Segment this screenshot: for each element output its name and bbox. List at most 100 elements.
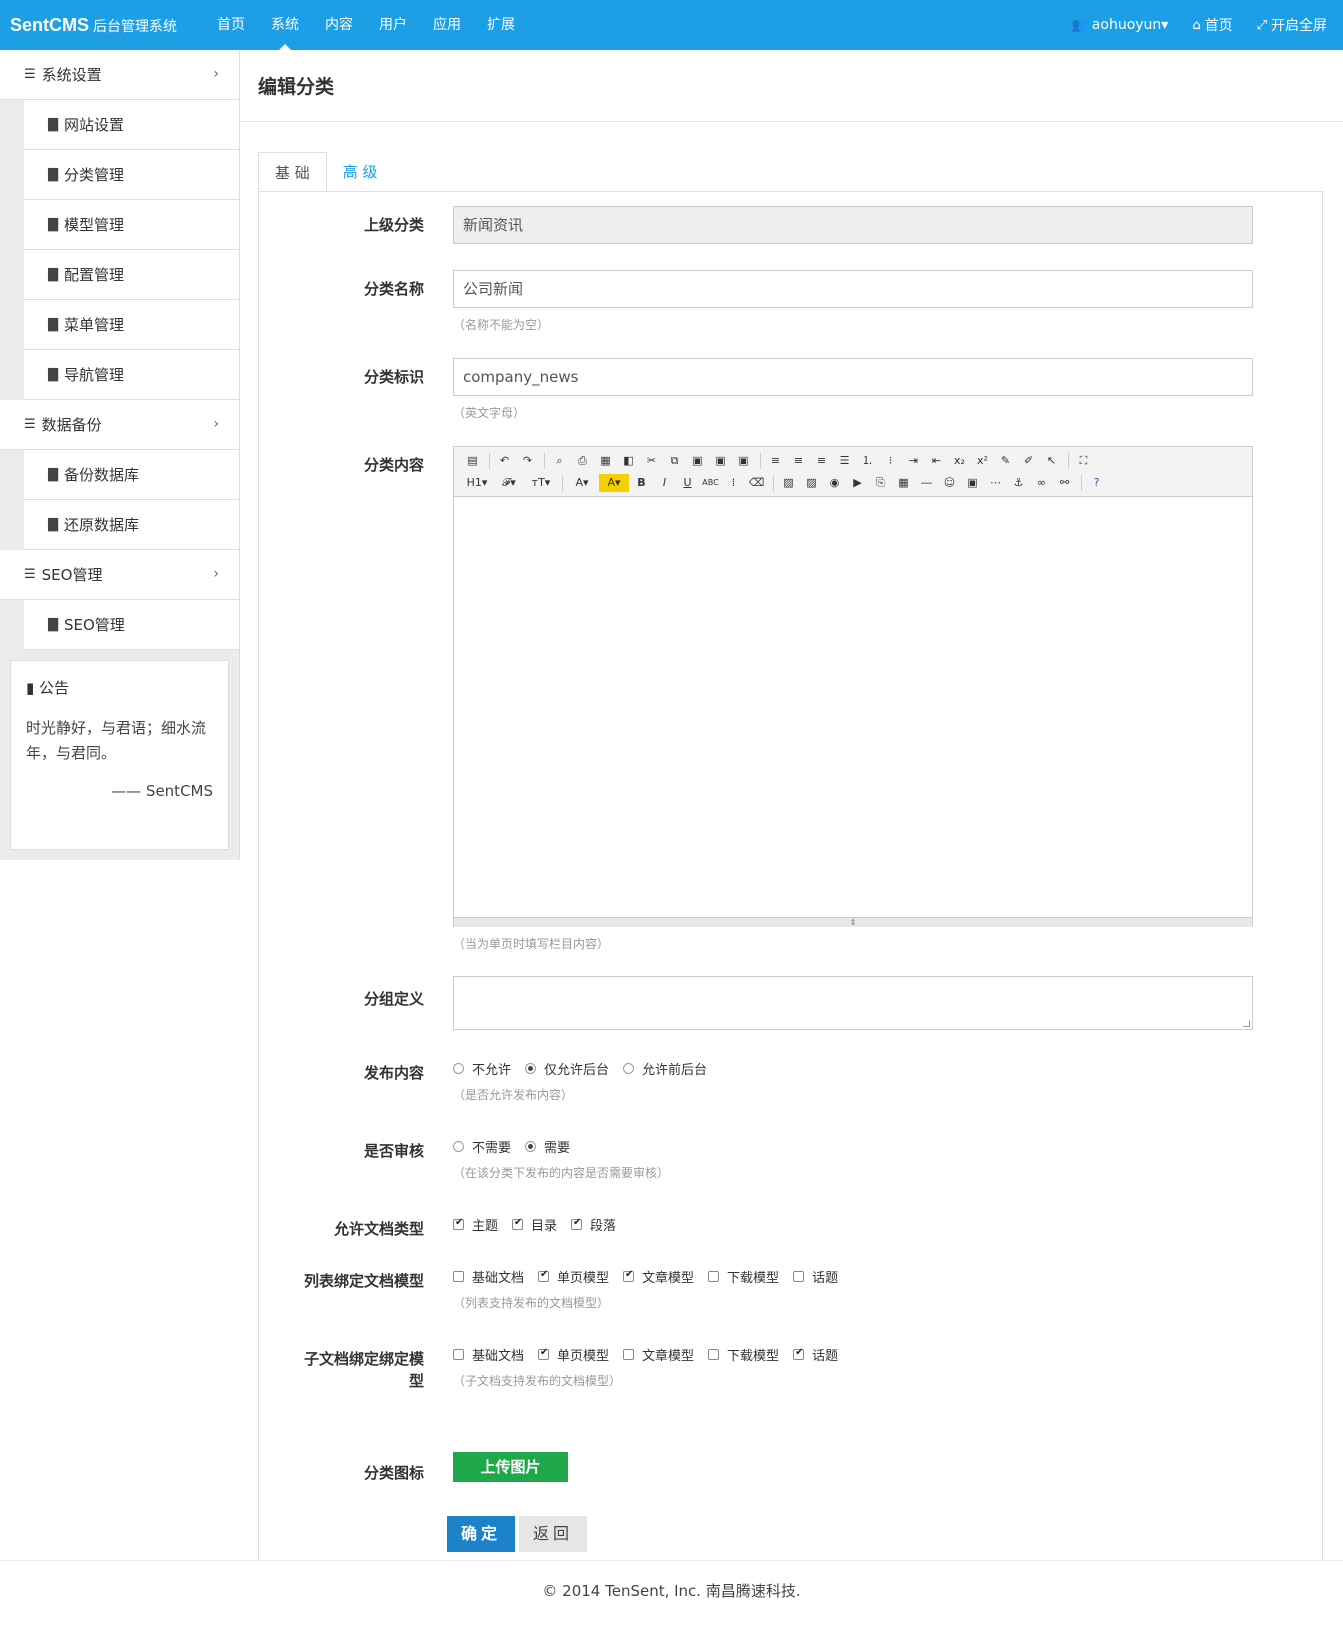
- checkbox[interactable]: [453, 1270, 464, 1282]
- sidebar-group-backup[interactable]: ☰ 数据备份 ›: [0, 400, 239, 450]
- brand-logo[interactable]: SentCMS 后台管理系统: [10, 15, 177, 36]
- outdent-icon[interactable]: ⇤: [926, 452, 947, 470]
- publish-option-none[interactable]: 不允许: [453, 1059, 511, 1078]
- select-all-icon[interactable]: ↖: [1041, 452, 1062, 470]
- multi-image-icon[interactable]: ▨: [801, 474, 822, 492]
- user-menu[interactable]: 👥 aohuoyun ▾: [1072, 17, 1169, 33]
- quick-format-icon[interactable]: ✐: [1018, 452, 1039, 470]
- sidebar-item-restore-db[interactable]: ▇ 还原数据库: [24, 500, 239, 550]
- checkbox-checked[interactable]: [571, 1217, 583, 1230]
- redo-icon[interactable]: ↷: [517, 452, 538, 470]
- list-model-basic[interactable]: 基础文档: [453, 1267, 524, 1286]
- publish-option-backend[interactable]: 仅允许后台: [525, 1059, 609, 1078]
- paste-icon[interactable]: ▣: [687, 452, 708, 470]
- font-family-icon[interactable]: 𝓕▾: [494, 474, 524, 492]
- eraser-icon[interactable]: ⌫: [746, 474, 767, 492]
- table-icon[interactable]: ▦: [893, 474, 914, 492]
- undo-icon[interactable]: ↶: [494, 452, 515, 470]
- tab-basic[interactable]: 基 础: [258, 152, 327, 192]
- highlight-icon[interactable]: A▾: [599, 474, 629, 492]
- align-right-icon[interactable]: ≡: [811, 452, 832, 470]
- align-left-icon[interactable]: ≡: [765, 452, 786, 470]
- checkbox-checked[interactable]: [512, 1217, 524, 1230]
- sidebar-item-backup-db[interactable]: ▇ 备份数据库: [24, 450, 239, 500]
- group-textarea[interactable]: [453, 976, 1253, 1030]
- publish-option-both[interactable]: 允许前后台: [623, 1059, 707, 1078]
- media-icon[interactable]: ▶: [847, 474, 868, 492]
- align-center-icon[interactable]: ≡: [788, 452, 809, 470]
- nav-home[interactable]: 首页: [204, 0, 258, 50]
- doctype-paragraph[interactable]: 段落: [571, 1215, 616, 1234]
- sidebar-item-category[interactable]: ▇ 分类管理: [24, 150, 239, 200]
- radio[interactable]: [453, 1062, 464, 1074]
- checkbox-checked[interactable]: [453, 1217, 464, 1230]
- image-icon[interactable]: ▨: [778, 474, 799, 492]
- radio-selected[interactable]: [525, 1140, 537, 1152]
- sidebar-group-seo[interactable]: ☰ SEO管理 ›: [0, 550, 239, 600]
- italic-icon[interactable]: I: [654, 474, 675, 492]
- code-icon[interactable]: ◧: [618, 452, 639, 470]
- emoticon-icon[interactable]: ☺: [939, 474, 960, 492]
- review-option-yes[interactable]: 需要: [525, 1137, 570, 1156]
- name-input[interactable]: 公司新闻: [453, 270, 1253, 308]
- nav-app[interactable]: 应用: [420, 0, 474, 50]
- attachment-icon[interactable]: ⎘: [870, 474, 891, 492]
- line-height-icon[interactable]: ⁞: [723, 474, 744, 492]
- sidebar-item-model[interactable]: ▇ 模型管理: [24, 200, 239, 250]
- copy-icon[interactable]: ⧉: [664, 452, 685, 470]
- indent-icon[interactable]: ⇥: [903, 452, 924, 470]
- sidebar-item-nav[interactable]: ▇ 导航管理: [24, 350, 239, 400]
- paste-word-icon[interactable]: ▣: [733, 452, 754, 470]
- fullscreen-editor-icon[interactable]: ⛶: [1073, 452, 1094, 470]
- radio[interactable]: [453, 1140, 464, 1152]
- align-justify-icon[interactable]: ☰: [834, 452, 855, 470]
- checkbox[interactable]: [708, 1270, 720, 1282]
- home-link[interactable]: ⌂ 首页: [1192, 15, 1232, 35]
- sidebar-item-config[interactable]: ▇ 配置管理: [24, 250, 239, 300]
- upload-image-button[interactable]: 上传图片: [453, 1452, 568, 1482]
- anchor-icon[interactable]: ⚓: [1008, 474, 1029, 492]
- nav-extend[interactable]: 扩展: [474, 0, 528, 50]
- source-icon[interactable]: ▤: [462, 452, 483, 470]
- unlink-icon[interactable]: ⚯: [1054, 474, 1075, 492]
- doctype-catalog[interactable]: 目录: [512, 1215, 557, 1234]
- link-icon[interactable]: ∞: [1031, 474, 1052, 492]
- print-icon[interactable]: ⎙: [572, 452, 593, 470]
- checkbox-checked[interactable]: [793, 1347, 805, 1360]
- list-model-page[interactable]: 单页模型: [538, 1267, 609, 1286]
- editor-resize-handle[interactable]: ⇕: [454, 917, 1252, 927]
- radio[interactable]: [623, 1062, 635, 1074]
- review-option-no[interactable]: 不需要: [453, 1137, 511, 1156]
- pagebreak-icon[interactable]: ⋯: [985, 474, 1006, 492]
- list-model-topic[interactable]: 话题: [793, 1267, 838, 1286]
- nav-system[interactable]: 系统: [258, 0, 312, 50]
- cut-icon[interactable]: ✂: [641, 452, 662, 470]
- sidebar-item-site-settings[interactable]: ▇ 网站设置: [24, 100, 239, 150]
- tab-advanced[interactable]: 高 级: [327, 152, 394, 192]
- child-model-download[interactable]: 下载模型: [708, 1345, 779, 1364]
- hr-icon[interactable]: ―: [916, 474, 937, 492]
- paste-text-icon[interactable]: ▣: [710, 452, 731, 470]
- preview-icon[interactable]: ⌕: [549, 452, 570, 470]
- checkbox-checked[interactable]: [623, 1269, 635, 1282]
- ordered-list-icon[interactable]: ⒈: [857, 452, 878, 470]
- doctype-topic[interactable]: 主题: [453, 1215, 498, 1234]
- font-size-icon[interactable]: тT▾: [526, 474, 556, 492]
- heading-icon[interactable]: H1▾: [462, 474, 492, 492]
- underline-icon[interactable]: U: [677, 474, 698, 492]
- nav-user[interactable]: 用户: [366, 0, 420, 50]
- child-model-topic[interactable]: 话题: [793, 1345, 838, 1364]
- checkbox-checked[interactable]: [538, 1269, 550, 1282]
- child-model-article[interactable]: 文章模型: [623, 1345, 694, 1364]
- checkbox[interactable]: [793, 1270, 805, 1282]
- child-model-basic[interactable]: 基础文档: [453, 1345, 524, 1364]
- unordered-list-icon[interactable]: ⁝: [880, 452, 901, 470]
- font-color-icon[interactable]: A▾: [567, 474, 597, 492]
- radio-selected[interactable]: [525, 1062, 537, 1074]
- superscript-icon[interactable]: x²: [972, 452, 993, 470]
- confirm-button[interactable]: 确定: [447, 1516, 515, 1552]
- strikethrough-icon[interactable]: ABC: [700, 474, 721, 492]
- back-button[interactable]: 返回: [519, 1516, 587, 1552]
- ident-input[interactable]: company_news: [453, 358, 1253, 396]
- checkbox[interactable]: [623, 1348, 635, 1360]
